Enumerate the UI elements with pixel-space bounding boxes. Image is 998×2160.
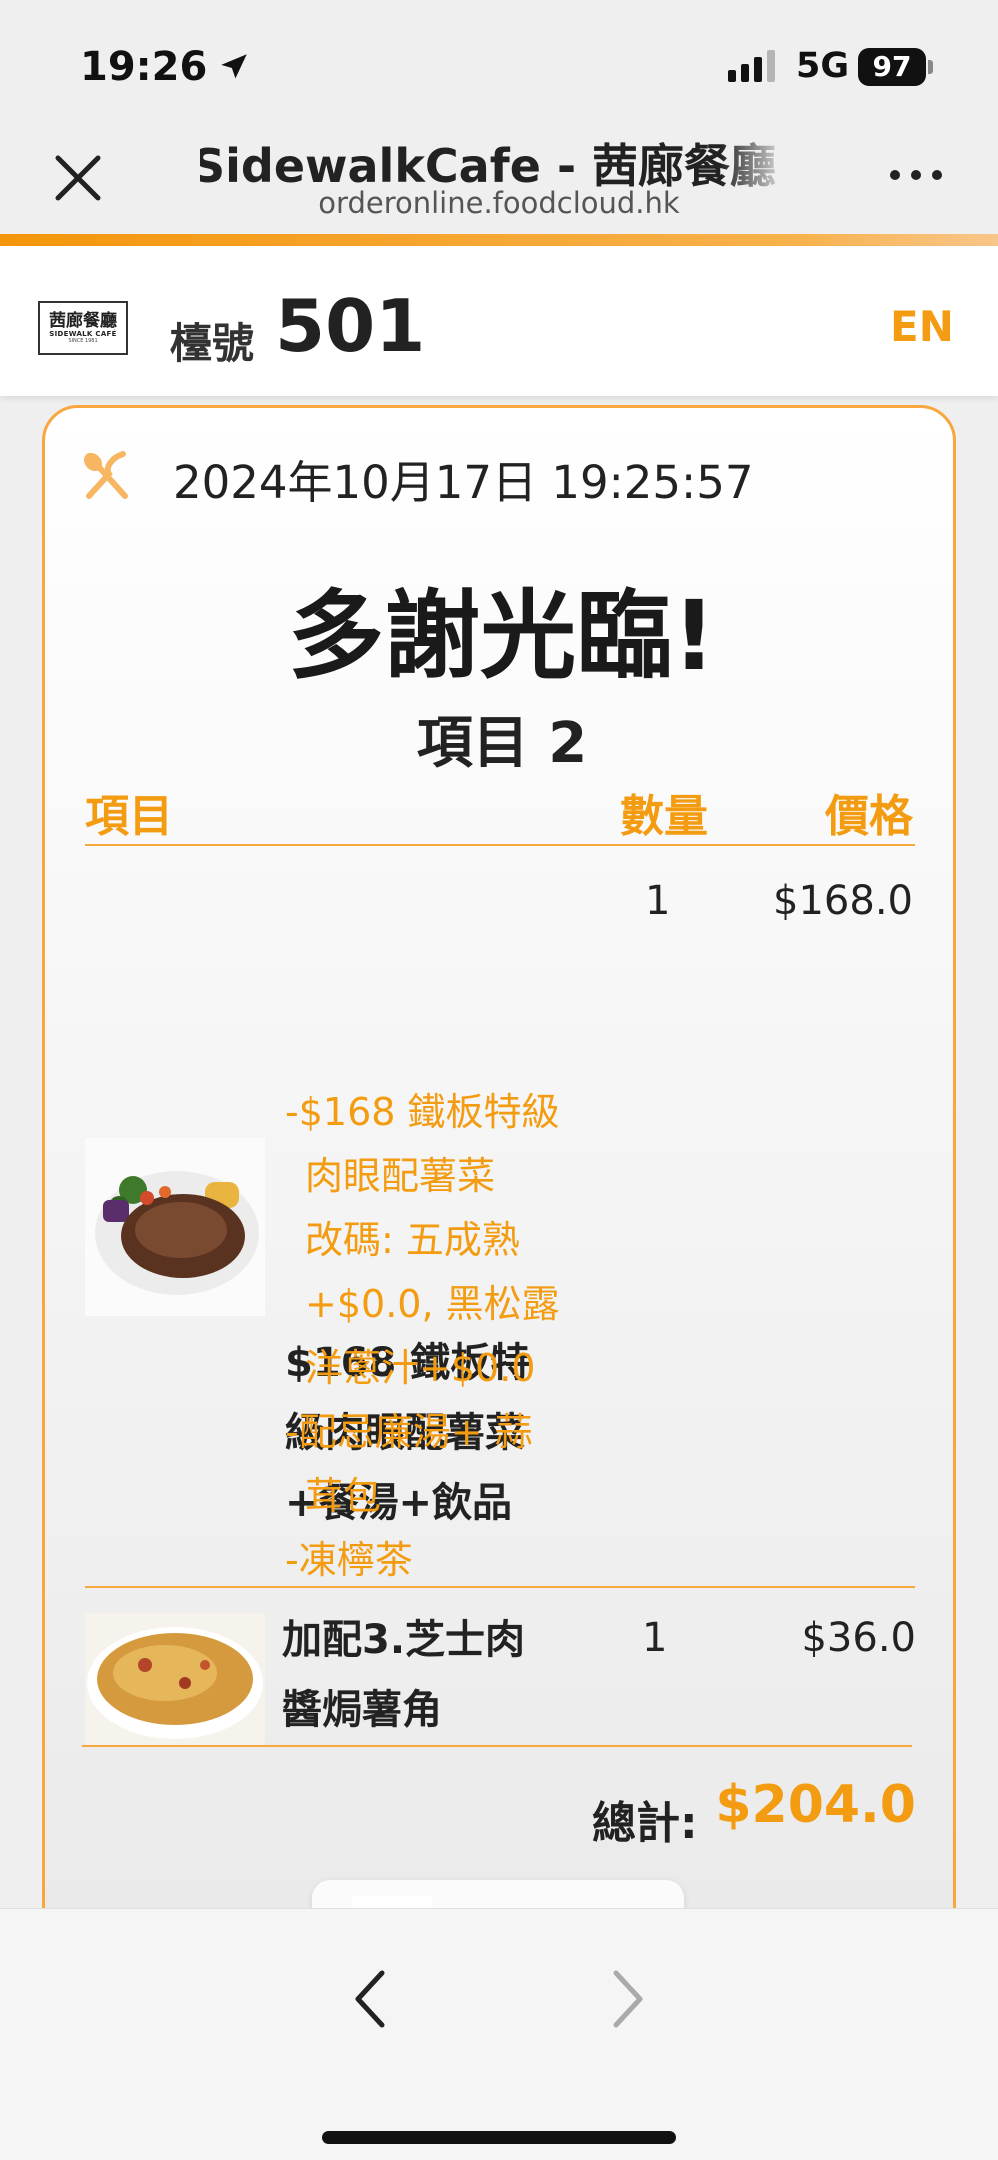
- browser-header: SidewalkCafe - 茜廊餐廳 (九龍 orderonline.food…: [0, 130, 998, 234]
- restaurant-logo: 茜廊餐廳 SIDEWALK CAFÉ SINCE 1981: [38, 301, 128, 355]
- option-line: 洋蔥汁+$0.0: [305, 1346, 536, 1390]
- table-number: 501: [275, 284, 426, 368]
- thank-you-heading: 多謝光臨!: [288, 580, 716, 692]
- browser-toolbar: [0, 1908, 998, 2160]
- option-line: 改碼: 五成熟: [305, 1218, 520, 1262]
- row-divider: [85, 1586, 915, 1588]
- receipt-card: 2024年10月17日 19:25:57 多謝光臨! 項目 2 項目 數量 價格…: [42, 405, 956, 2005]
- page-url[interactable]: orderonline.foodcloud.hk: [0, 186, 998, 220]
- option-line: 肉眼配薯菜: [305, 1154, 496, 1198]
- page-title: SidewalkCafe - 茜廊餐廳 (九龍: [200, 139, 790, 188]
- network-type: 5G: [796, 46, 850, 86]
- loading-progress-bar: [0, 234, 998, 246]
- cellular-signal-icon: [728, 50, 775, 82]
- order-datetime: 2024年10月17日 19:25:57: [173, 456, 754, 509]
- battery-cap: [928, 60, 933, 74]
- cheese-fries-item-image: [85, 1613, 265, 1745]
- page-title-container: SidewalkCafe - 茜廊餐廳 (九龍: [200, 130, 790, 188]
- option-line: 茸包: [305, 1474, 382, 1518]
- home-indicator[interactable]: [322, 2131, 676, 2144]
- logo-text-cn: 茜廊餐廳: [49, 311, 117, 331]
- battery-icon: 97: [858, 48, 926, 86]
- steak-item-image: [85, 1138, 265, 1316]
- status-bar: 19:26 5G 97: [0, 0, 998, 130]
- column-header-qty: 數量: [620, 791, 708, 842]
- option-line: -$168 鐵板特級: [285, 1090, 560, 1134]
- item-price: $168.0: [773, 878, 913, 924]
- more-options-icon[interactable]: [890, 170, 942, 180]
- item-options: -$168 鐵板特級 肉眼配薯菜 改碼: 五成熟 +$0.0, 黑松露 洋蔥汁+…: [285, 1080, 615, 1592]
- option-line: -配忌廉湯+ 蒜: [285, 1410, 533, 1454]
- item-count: 項目 2: [416, 711, 588, 776]
- option-line: +$0.0, 黑松露: [305, 1282, 560, 1326]
- title-fade: [720, 130, 790, 188]
- utensils-icon: [83, 451, 128, 499]
- column-header-price: 價格: [825, 791, 913, 842]
- back-arrow-icon[interactable]: [350, 1967, 390, 2031]
- app-header: 茜廊餐廳 SIDEWALK CAFÉ SINCE 1981 檯號 501 EN: [0, 246, 998, 396]
- logo-text-en: SIDEWALK CAFÉ: [49, 330, 117, 338]
- forward-arrow-icon[interactable]: [608, 1967, 648, 2031]
- clock-time: 19:26: [80, 44, 208, 90]
- option-line: -凍檸茶: [285, 1538, 413, 1582]
- column-header-item: 項目: [85, 791, 173, 842]
- language-toggle-button[interactable]: EN: [890, 302, 954, 351]
- item-quantity: 1: [645, 878, 671, 924]
- header-divider: [85, 844, 915, 846]
- table-label: 檯號: [170, 319, 255, 368]
- logo-since: SINCE 1981: [68, 338, 98, 344]
- location-arrow-icon: [221, 54, 248, 79]
- clock: 19:26: [80, 44, 251, 90]
